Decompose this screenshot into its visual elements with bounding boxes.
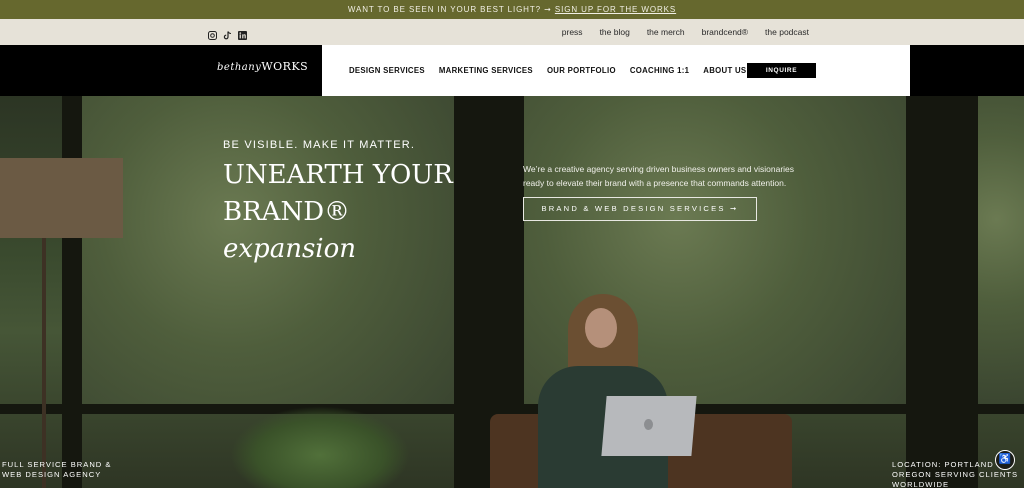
window-sill [0,404,1024,414]
main-nav: DESIGN SERVICES MARKETING SERVICES OUR P… [322,45,910,96]
window-far-right [978,96,1024,404]
social-links [208,27,247,40]
logo-script: bethany [217,62,262,73]
top-link-blog[interactable]: the blog [600,19,630,45]
window-frame-right [906,96,978,488]
linkedin-icon[interactable] [238,27,247,40]
top-link-brandcend[interactable]: brandcend® [702,19,748,45]
lamp-pole [42,238,46,488]
top-links: press the blog the merch brandcend® the … [562,19,809,45]
brand-web-design-button[interactable]: BRAND & WEB DESIGN SERVICES ➞ [523,197,757,221]
nav-about-us[interactable]: ABOUT US [703,45,746,96]
instagram-icon[interactable] [208,27,217,40]
agency-tagline: FULL SERVICE BRAND & WEB DESIGN AGENCY [2,460,112,479]
top-link-press[interactable]: press [562,19,583,45]
headline-expansion: expansion [223,234,356,264]
hero-description: We’re a creative agency serving driven b… [523,164,795,188]
headline-line-2: BRAND® expansion [223,194,463,268]
window-frame-left [62,96,82,488]
plant [230,406,410,488]
headline-brand: BRAND® [223,197,351,227]
nav-our-portfolio[interactable]: OUR PORTFOLIO [547,45,616,96]
logo-caps: WORKS [261,60,309,73]
announcement-bar: WANT TO BE SEEN IN YOUR BEST LIGHT? ➞ SI… [0,0,1024,19]
top-link-podcast[interactable]: the podcast [765,19,809,45]
headline-line-1: UNEARTH YOUR [223,160,453,190]
utility-bar: press the blog the merch brandcend® the … [0,19,1024,45]
hero-headline: UNEARTH YOUR BRAND® expansion [223,157,463,268]
signup-link[interactable]: SIGN UP FOR THE WORKS [555,5,676,14]
nav-coaching[interactable]: COACHING 1:1 [630,45,689,96]
person-face [585,308,617,348]
top-link-merch[interactable]: the merch [647,19,685,45]
apple-logo-icon [644,419,653,430]
tiktok-icon[interactable] [223,27,232,40]
hero-tagline: BE VISIBLE. MAKE IT MATTER. [223,139,416,151]
lamp-shade [0,158,123,238]
announcement-text: WANT TO BE SEEN IN YOUR BEST LIGHT? ➞ [347,5,555,14]
hero-section: BE VISIBLE. MAKE IT MATTER. UNEARTH YOUR… [0,96,1024,488]
accessibility-icon[interactable]: ♿ [995,450,1015,470]
inquire-button[interactable]: INQUIRE [747,63,816,78]
logo[interactable]: bethanyWORKS [217,60,308,73]
nav-design-services[interactable]: DESIGN SERVICES [349,45,425,96]
nav-marketing-services[interactable]: MARKETING SERVICES [439,45,533,96]
